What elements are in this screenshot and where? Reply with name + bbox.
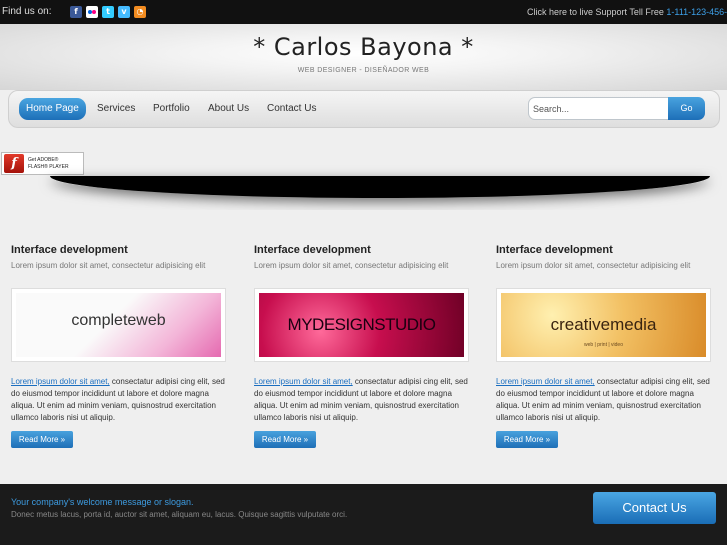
image-caption: completeweb <box>71 312 166 330</box>
column-link[interactable]: Lorem ipsum dolor sit amet, <box>11 377 110 386</box>
portfolio-thumbnail[interactable]: creativemedia web | print | video <box>496 288 711 362</box>
column-body: Lorem ipsum dolor sit amet, consectatur … <box>254 376 476 424</box>
welcome-message: Your company's welcome message or slogan… <box>11 497 194 507</box>
column-subtitle: Lorem ipsum dolor sit amet, consectetur … <box>254 261 449 270</box>
support-text: Click here to live Support Tell Free <box>527 7 667 17</box>
footer: Your company's welcome message or slogan… <box>0 484 727 545</box>
column-body: Lorem ipsum dolor sit amet, consectatur … <box>496 376 718 424</box>
search-input[interactable] <box>528 97 669 120</box>
column-title: Interface development <box>11 244 128 256</box>
support-phone: 1-111-123-456-789 <box>666 7 727 17</box>
social-links: f t v ◔ <box>70 6 146 18</box>
nav-home-page[interactable]: Home Page <box>19 98 86 120</box>
flash-line-1: Get ADOBE® <box>28 156 59 163</box>
read-more-button[interactable]: Read More » <box>254 431 316 448</box>
nav-portfolio[interactable]: Portfolio <box>146 98 197 120</box>
flash-line-2: FLASH® PLAYER <box>28 163 69 170</box>
site-tagline: WEB DESIGNER - DISEÑADOR WEB <box>297 67 430 74</box>
support-link[interactable]: Click here to live Support Tell Free 1-1… <box>527 7 727 17</box>
image-caption: MYDESIGNSTUDIO <box>287 315 436 334</box>
image-caption: creativemedia <box>550 315 657 334</box>
rss-icon[interactable]: ◔ <box>134 6 146 18</box>
column-title: Interface development <box>254 244 371 256</box>
facebook-icon[interactable]: f <box>70 6 82 18</box>
column-body: Lorem ipsum dolor sit amet, consectatur … <box>11 376 233 424</box>
nav-contact-us[interactable]: Contact Us <box>260 98 323 120</box>
column-subtitle: Lorem ipsum dolor sit amet, consectetur … <box>496 261 691 270</box>
feature-column-2: Interface development Lorem ipsum dolor … <box>254 244 476 448</box>
creativemedia-image: creativemedia web | print | video <box>501 293 706 357</box>
image-subcaption: web | print | video <box>583 342 623 348</box>
portfolio-thumbnail[interactable]: MYDESIGNSTUDIO <box>254 288 469 362</box>
portfolio-thumbnail[interactable]: completeweb <box>11 288 226 362</box>
top-bar: Find us on: f t v ◔ Click here to live S… <box>0 0 727 24</box>
feature-column-3: Interface development Lorem ipsum dolor … <box>496 244 718 448</box>
slider-shadow-bar <box>50 176 710 198</box>
site-logo[interactable]: * Carlos Bayona * <box>0 33 727 61</box>
main-nav: Home Page Services Portfolio About Us Co… <box>8 90 720 128</box>
column-link[interactable]: Lorem ipsum dolor sit amet, <box>496 377 595 386</box>
read-more-button[interactable]: Read More » <box>496 431 558 448</box>
completeweb-image: completeweb <box>16 293 221 357</box>
footer-subtext: Donec metus lacus, porta id, auctor sit … <box>11 510 348 519</box>
read-more-button[interactable]: Read More » <box>11 431 73 448</box>
site-header: * Carlos Bayona * WEB DESIGNER - DISEÑAD… <box>0 24 727 90</box>
contact-us-button[interactable]: Contact Us <box>593 492 716 524</box>
nav-about-us[interactable]: About Us <box>201 98 256 120</box>
column-title: Interface development <box>496 244 613 256</box>
column-link[interactable]: Lorem ipsum dolor sit amet, <box>254 377 353 386</box>
find-us-label: Find us on: <box>2 6 52 17</box>
vimeo-icon[interactable]: v <box>118 6 130 18</box>
search-go-button[interactable]: Go <box>668 97 705 120</box>
flash-badge-text: Get ADOBE® FLASH® PLAYER <box>28 157 69 171</box>
mydesignstudio-image: MYDESIGNSTUDIO <box>259 293 464 357</box>
get-flash-player-badge[interactable]: f Get ADOBE® FLASH® PLAYER <box>1 152 84 175</box>
flickr-icon[interactable] <box>86 6 98 18</box>
flash-logo-icon: f <box>4 154 24 173</box>
nav-services[interactable]: Services <box>90 98 142 120</box>
column-subtitle: Lorem ipsum dolor sit amet, consectetur … <box>11 261 206 270</box>
feature-column-1: Interface development Lorem ipsum dolor … <box>11 244 233 448</box>
twitter-icon[interactable]: t <box>102 6 114 18</box>
